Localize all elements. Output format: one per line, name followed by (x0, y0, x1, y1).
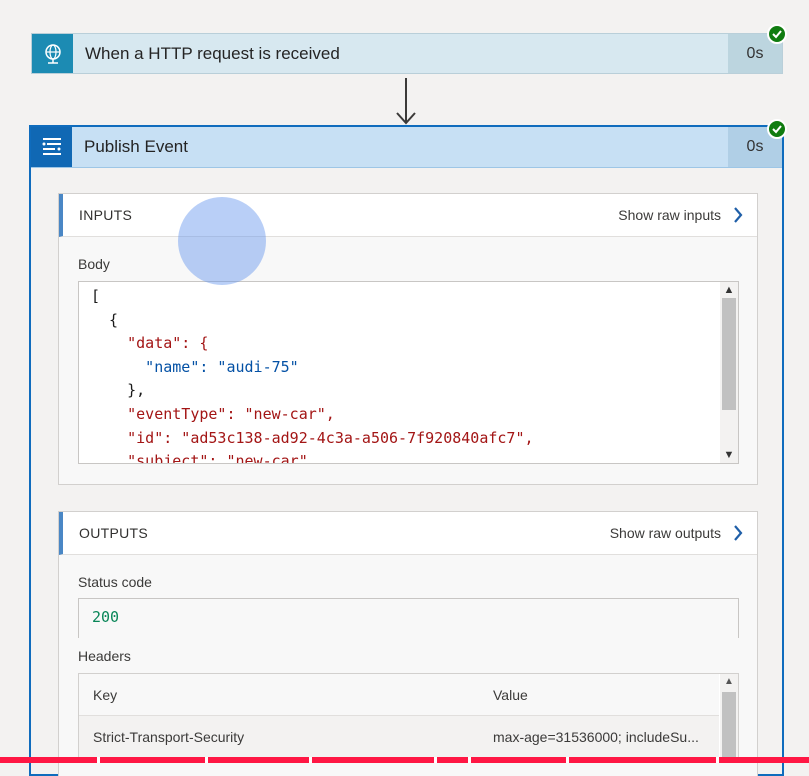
progress-segment-divider (97, 757, 100, 763)
show-raw-outputs-link[interactable]: Show raw outputs (610, 525, 743, 541)
scroll-thumb[interactable] (722, 692, 736, 762)
headers-label: Headers (78, 648, 131, 664)
body-label: Body (78, 256, 110, 272)
trigger-title: When a HTTP request is received (85, 44, 340, 63)
inputs-header: INPUTS Show raw inputs (59, 194, 757, 237)
chevron-right-icon (734, 525, 743, 541)
inputs-heading: INPUTS (79, 207, 133, 223)
progress-bar[interactable] (0, 757, 809, 763)
json-line: "subject": "new-car" (91, 452, 308, 464)
headers-scrollbar[interactable]: ▲ (720, 674, 738, 762)
body-json-viewer[interactable]: [ { "data": { "name": "audi-75" }, "even… (78, 281, 739, 464)
json-line: "name": "audi-75" (91, 357, 299, 376)
status-code-label: Status code (78, 574, 152, 590)
action-success-check-icon (767, 119, 787, 139)
json-line: }, (91, 381, 146, 400)
trigger-step[interactable]: When a HTTP request is received 0s (31, 33, 783, 74)
json-line: { (91, 310, 119, 329)
scroll-thumb[interactable] (722, 298, 736, 410)
outputs-header: OUTPUTS Show raw outputs (59, 512, 757, 555)
show-raw-inputs-label: Show raw inputs (618, 207, 721, 223)
json-line: "eventType": "new-car", (91, 404, 335, 423)
flow-arrow-icon (396, 78, 416, 125)
action-header[interactable]: Publish Event 0s (31, 127, 782, 168)
json-line: [ (91, 287, 101, 305)
event-grid-icon (31, 127, 72, 167)
headers-table: Key Value Strict-Transport-Security max-… (78, 673, 739, 763)
show-raw-outputs-label: Show raw outputs (609, 525, 721, 541)
status-code-field: 200 (78, 598, 739, 638)
show-raw-inputs-link[interactable]: Show raw inputs (618, 207, 743, 223)
scroll-up-icon[interactable]: ▲ (720, 282, 738, 298)
column-header-value: Value (493, 686, 528, 703)
table-row: Strict-Transport-Security max-age=315360… (79, 716, 719, 758)
progress-segment-divider (566, 757, 569, 763)
scroll-up-icon[interactable]: ▲ (720, 674, 738, 690)
cursor-highlight (178, 197, 266, 285)
json-line: "data": { (91, 334, 209, 353)
body-scrollbar[interactable]: ▲ ▼ (720, 282, 738, 463)
publish-event-action: Publish Event 0s INPUTS Show raw inputs … (29, 125, 784, 776)
inputs-section: INPUTS Show raw inputs Body [ { "data": … (58, 193, 758, 485)
globe-icon (32, 34, 73, 73)
table-header-row: Key Value (79, 674, 719, 716)
progress-segment-divider (309, 757, 312, 763)
progress-segment-divider (205, 757, 208, 763)
status-code-value: 200 (92, 608, 120, 626)
progress-segment-divider (716, 757, 719, 763)
column-header-key: Key (93, 686, 118, 703)
progress-segment-divider (434, 757, 437, 763)
header-key-cell: Strict-Transport-Security (93, 729, 245, 745)
outputs-heading: OUTPUTS (79, 525, 148, 541)
action-title: Publish Event (84, 137, 188, 156)
scroll-down-icon[interactable]: ▼ (720, 447, 738, 463)
trigger-success-check-icon (767, 24, 787, 44)
outputs-section: OUTPUTS Show raw outputs Status code 200… (58, 511, 758, 776)
progress-segment-divider (468, 757, 471, 763)
header-value-cell: max-age=31536000; includeSu... (493, 729, 699, 745)
chevron-right-icon (734, 207, 743, 223)
json-line: "id": "ad53c138-ad92-4c3a-a506-7f920840a… (91, 428, 534, 447)
